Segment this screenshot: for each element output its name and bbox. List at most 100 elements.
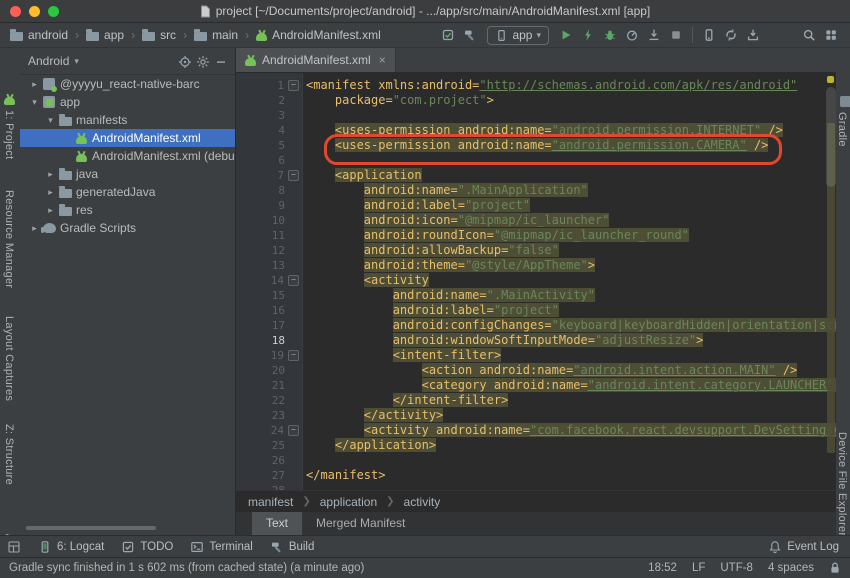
tool-window-button[interactable]: Layout Captures xyxy=(3,316,15,401)
breadcrumb-item[interactable]: src xyxy=(140,27,178,43)
tree-item-java[interactable]: ▸ java xyxy=(20,165,235,183)
attach-debugger-icon[interactable] xyxy=(643,25,665,45)
code-line[interactable]: </intent-filter> xyxy=(306,393,836,408)
status-widget[interactable]: 4 spaces xyxy=(768,562,814,574)
tree-expand-arrow[interactable]: ▸ xyxy=(28,79,41,90)
profiler-icon[interactable] xyxy=(621,25,643,45)
code-line[interactable]: <manifest xmlns:android="http://schemas.… xyxy=(306,78,836,93)
tree-item-app[interactable]: ▾ app xyxy=(20,93,235,111)
code-line[interactable]: </activity> xyxy=(306,408,836,423)
breadcrumb-item[interactable]: app xyxy=(84,27,126,43)
close-window-button[interactable] xyxy=(10,6,21,17)
tree-item-androidmanifest-xml-debug[interactable]: AndroidManifest.xml (debug) xyxy=(20,147,235,165)
code-line[interactable]: <application xyxy=(306,168,836,183)
tree-expand-arrow[interactable]: ▸ xyxy=(44,187,57,198)
fold-icon[interactable]: − xyxy=(288,425,299,436)
project-structure-icon[interactable] xyxy=(820,25,842,45)
code-line[interactable] xyxy=(306,483,836,490)
code-line[interactable]: </application> xyxy=(306,438,836,453)
run-configuration-select[interactable]: app ▾ xyxy=(487,25,549,45)
tree-item-res[interactable]: ▸ res xyxy=(20,201,235,219)
code-line[interactable]: <category android:name="android.intent.c… xyxy=(306,378,836,393)
code-line[interactable]: android:windowSoftInputMode="adjustResiz… xyxy=(306,333,836,348)
tool-window-button[interactable]: Z: Structure xyxy=(3,424,15,485)
tool-windows-icon[interactable] xyxy=(7,540,21,554)
code-line[interactable]: android:configChanges="keyboard|keyboard… xyxy=(306,318,836,333)
breadcrumb-item[interactable]: android xyxy=(8,27,70,43)
tool-window-button-build[interactable]: Build xyxy=(270,540,314,554)
code-line[interactable]: android:label="project" xyxy=(306,303,836,318)
code-line[interactable]: <activity xyxy=(306,273,836,288)
code-line[interactable]: android:label="project" xyxy=(306,198,836,213)
code-line[interactable]: <action android:name="android.intent.act… xyxy=(306,363,836,378)
sync-status-icon[interactable] xyxy=(437,25,459,45)
inspections-indicator[interactable] xyxy=(827,76,834,83)
code-line[interactable]: <activity android:name="com.facebook.rea… xyxy=(306,423,836,438)
code-line[interactable]: </manifest> xyxy=(306,468,836,483)
status-widget[interactable]: LF xyxy=(692,562,705,574)
fold-icon[interactable]: − xyxy=(288,80,299,91)
sdk-manager-icon[interactable] xyxy=(742,25,764,45)
zoom-window-button[interactable] xyxy=(48,6,59,17)
code-line[interactable]: android:theme="@style/AppTheme"> xyxy=(306,258,836,273)
tree-item-yyyyu-react-native-barc[interactable]: ▸ @yyyyu_react-native-barc xyxy=(20,75,235,93)
make-project-icon[interactable] xyxy=(459,25,481,45)
device-manager-icon[interactable] xyxy=(698,25,720,45)
project-view-selector[interactable]: Android xyxy=(28,54,69,68)
tool-window-button[interactable]: Resource Manager xyxy=(3,190,15,288)
tree-expand-arrow[interactable]: ▸ xyxy=(28,223,41,234)
xml-breadcrumb-item[interactable]: manifest xyxy=(248,495,293,509)
debug-icon[interactable] xyxy=(599,25,621,45)
run-icon[interactable] xyxy=(555,25,577,45)
code-line[interactable]: android:name=".MainApplication" xyxy=(306,183,836,198)
tool-window-button[interactable]: 1: Project xyxy=(3,110,15,159)
tool-window-button-terminal[interactable]: Terminal xyxy=(190,540,253,554)
horizontal-scrollbar[interactable] xyxy=(26,526,156,530)
lock-icon[interactable] xyxy=(829,561,841,575)
tree-item-manifests[interactable]: ▾ manifests xyxy=(20,111,235,129)
bottom-tab-merged-manifest[interactable]: Merged Manifest xyxy=(302,512,419,535)
code-line[interactable]: android:roundIcon="@mipmap/ic_launcher_r… xyxy=(306,228,836,243)
hide-panel-icon[interactable] xyxy=(214,55,227,68)
xml-breadcrumb-item[interactable]: activity xyxy=(404,495,441,509)
code-line[interactable] xyxy=(306,108,836,123)
tree-expand-arrow[interactable]: ▸ xyxy=(44,205,57,216)
tree-item-androidmanifest-xml[interactable]: AndroidManifest.xml xyxy=(20,129,235,147)
minimize-window-button[interactable] xyxy=(29,6,40,17)
fold-icon[interactable]: − xyxy=(288,350,299,361)
fold-icon[interactable]: − xyxy=(288,275,299,286)
code-line[interactable]: <uses-permission android:name="android.p… xyxy=(306,123,836,138)
editor-scrollbar[interactable] xyxy=(826,87,836,187)
code-line[interactable]: android:allowBackup="false" xyxy=(306,243,836,258)
code-line[interactable]: android:icon="@mipmap/ic_launcher" xyxy=(306,213,836,228)
tree-expand-arrow[interactable]: ▾ xyxy=(44,115,57,126)
tree-item-gradle-scripts[interactable]: ▸ Gradle Scripts xyxy=(20,219,235,237)
breadcrumb-item[interactable]: main xyxy=(192,27,240,43)
editor-tab[interactable]: AndroidManifest.xml × xyxy=(236,48,396,72)
tree-expand-arrow[interactable]: ▾ xyxy=(28,97,41,108)
code-line[interactable]: package="com.project"> xyxy=(306,93,836,108)
code-line[interactable]: android:name=".MainActivity" xyxy=(306,288,836,303)
code-line[interactable] xyxy=(306,453,836,468)
xml-breadcrumb-item[interactable]: application xyxy=(320,495,377,509)
code-line[interactable]: <intent-filter> xyxy=(306,348,836,363)
tree-expand-arrow[interactable]: ▸ xyxy=(44,169,57,180)
apply-changes-icon[interactable] xyxy=(577,25,599,45)
tool-window-button-todo[interactable]: TODO xyxy=(121,540,173,554)
status-widget[interactable]: UTF-8 xyxy=(720,562,753,574)
tool-window-button[interactable]: Device File Explorer xyxy=(836,432,848,536)
code-line[interactable]: <uses-permission android:name="android.p… xyxy=(306,138,836,153)
status-widget[interactable]: 18:52 xyxy=(648,562,677,574)
fold-icon[interactable]: − xyxy=(288,170,299,181)
tool-window-button[interactable]: Gradle xyxy=(836,112,848,147)
bottom-tab-text[interactable]: Text xyxy=(252,512,303,535)
breadcrumb-item[interactable]: AndroidManifest.xml xyxy=(254,27,383,43)
tool-window-button-6-logcat[interactable]: 6: Logcat xyxy=(38,540,104,554)
gradle-sync-icon[interactable] xyxy=(720,25,742,45)
tree-item-generatedjava[interactable]: ▸ generatedJava xyxy=(20,183,235,201)
close-tab-icon[interactable]: × xyxy=(379,53,386,67)
code-line[interactable] xyxy=(306,153,836,168)
search-icon[interactable] xyxy=(798,25,820,45)
stop-icon[interactable] xyxy=(665,25,687,45)
event-log-button[interactable]: Event Log xyxy=(768,540,839,554)
